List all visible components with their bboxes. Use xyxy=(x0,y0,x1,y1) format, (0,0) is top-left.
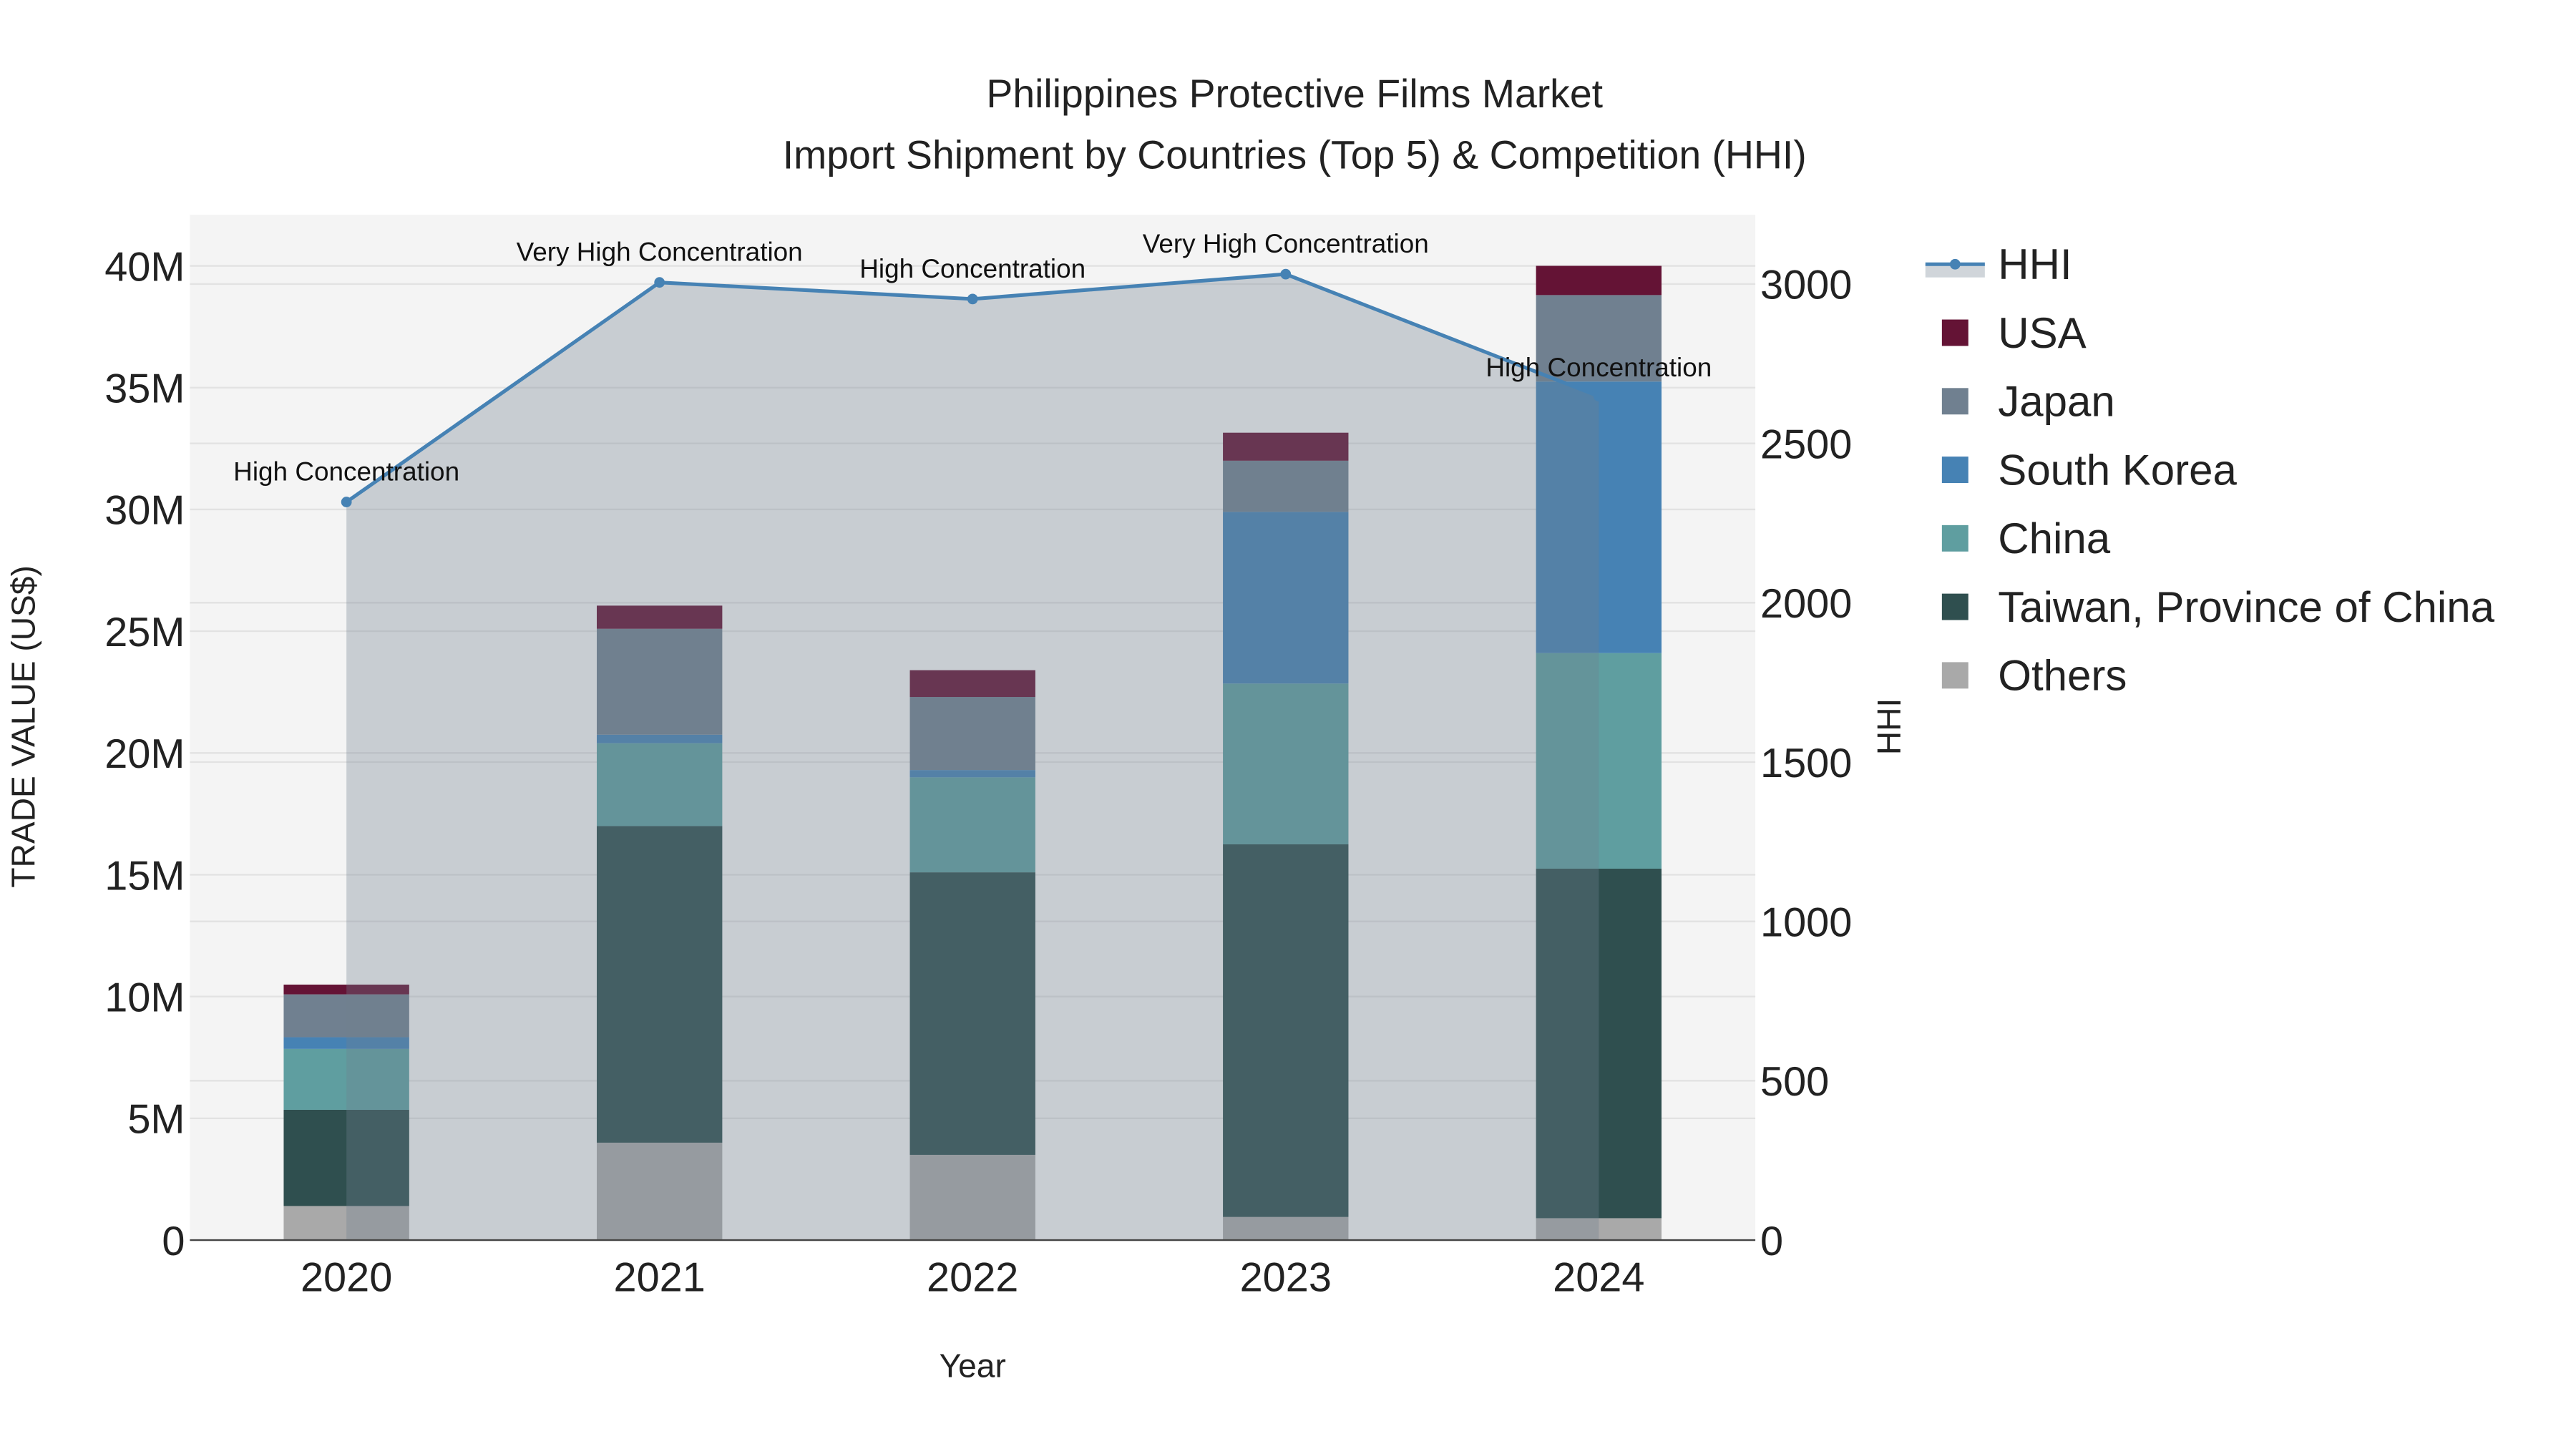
x-tick-label: 2021 xyxy=(614,1255,706,1301)
hhi-annotation-2022: High Concentration xyxy=(859,254,1085,283)
hhi-point-2021 xyxy=(654,277,665,288)
legend-item-taiwan-province-of-china[interactable]: Taiwan, Province of China xyxy=(1941,583,2495,631)
legend-swatch xyxy=(1941,457,1968,483)
y-tick-label: 25M xyxy=(104,610,185,655)
chart-subtitle: Import Shipment by Countries (Top 5) & C… xyxy=(783,132,1807,177)
y2-axis-ticks: 0 500 1000 1500 2000 2500 3000 xyxy=(1760,263,1852,1264)
y2-tick-label: 1500 xyxy=(1760,741,1852,786)
hhi-annotation-2023: Very High Concentration xyxy=(1143,229,1429,258)
y-axis-ticks: 0 5M 10M 15M 20M 25M 30M 35M 40M xyxy=(104,244,185,1264)
legend-swatch xyxy=(1941,593,1968,620)
y2-tick-label: 500 xyxy=(1760,1059,1829,1105)
y2-tick-label: 1000 xyxy=(1760,899,1852,945)
hhi-annotation-2020: High Concentration xyxy=(233,457,459,487)
legend-label: China xyxy=(1998,514,2110,562)
y2-tick-label: 0 xyxy=(1760,1219,1783,1264)
legend-item-china[interactable]: China xyxy=(1941,514,2111,562)
hhi-point-2020 xyxy=(341,497,352,507)
y-tick-label: 15M xyxy=(104,853,185,899)
x-tick-label: 2023 xyxy=(1240,1255,1332,1301)
y2-axis-label: HHI xyxy=(1870,698,1908,755)
legend-label: Others xyxy=(1998,652,2127,700)
y-tick-label: 30M xyxy=(104,488,185,534)
x-axis-ticks: 2020 2021 2022 2023 2024 xyxy=(301,1255,1644,1301)
legend-label: South Korea xyxy=(1998,446,2237,494)
legend-label: Japan xyxy=(1998,378,2114,426)
legend-item-others[interactable]: Others xyxy=(1941,652,2127,700)
legend-label: HHI xyxy=(1998,240,2072,288)
hhi-area xyxy=(346,274,1599,1241)
hhi-point-2024 xyxy=(1593,391,1604,402)
chart: High Concentration Very High Concentratio… xyxy=(4,72,2495,1385)
y-tick-label: 20M xyxy=(104,731,185,777)
y-tick-label: 0 xyxy=(162,1219,185,1264)
x-tick-label: 2020 xyxy=(301,1255,392,1301)
bar-usa-2024 xyxy=(1536,265,1662,296)
y2-tick-label: 3000 xyxy=(1760,263,1852,308)
y-tick-label: 10M xyxy=(104,975,185,1020)
hhi-point-2022 xyxy=(967,293,978,305)
y-tick-label: 40M xyxy=(104,244,185,290)
legend-swatch xyxy=(1941,662,1968,689)
legend-hhi-marker xyxy=(1949,258,1961,270)
legend-item-south-korea[interactable]: South Korea xyxy=(1941,446,2238,494)
chart-title: Philippines Protective Films Market xyxy=(986,72,1603,116)
hhi-point-2023 xyxy=(1280,268,1292,280)
legend-item-hhi[interactable]: HHI xyxy=(1925,240,2072,288)
y-tick-label: 35M xyxy=(104,366,185,412)
legend-item-usa[interactable]: USA xyxy=(1941,309,2087,357)
legend: HHI USA Japan South Korea China Taiwan, Provi… xyxy=(1925,240,2495,700)
x-axis-label: Year xyxy=(940,1347,1006,1385)
hhi-annotation-2021: Very High Concentration xyxy=(517,238,803,267)
legend-label: Taiwan, Province of China xyxy=(1998,583,2494,631)
y2-tick-label: 2000 xyxy=(1760,581,1852,627)
x-tick-label: 2024 xyxy=(1553,1255,1644,1301)
x-tick-label: 2022 xyxy=(927,1255,1018,1301)
legend-swatch xyxy=(1941,319,1968,346)
legend-swatch xyxy=(1941,525,1968,552)
y2-tick-label: 2500 xyxy=(1760,421,1852,467)
y-tick-label: 5M xyxy=(127,1097,185,1143)
legend-item-japan[interactable]: Japan xyxy=(1941,378,2115,426)
hhi-annotation-2024: High Concentration xyxy=(1485,353,1712,382)
legend-swatch xyxy=(1941,388,1968,415)
legend-label: USA xyxy=(1998,309,2086,357)
y-axis-label: TRADE VALUE (US$) xyxy=(4,565,42,887)
